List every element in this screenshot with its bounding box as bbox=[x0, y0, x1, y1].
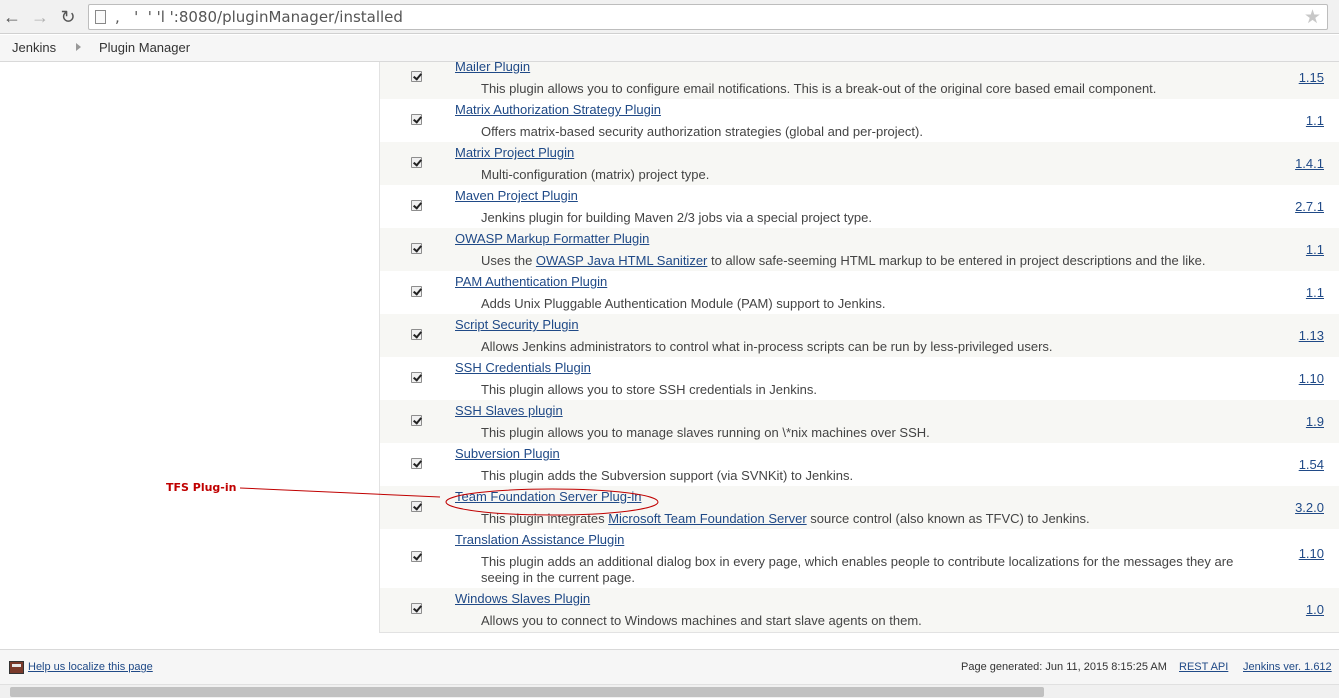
star-icon[interactable]: ★ bbox=[1304, 6, 1321, 29]
plugin-description-text: source control (also known as TFVC) to J… bbox=[806, 511, 1090, 526]
page-generated-text: Page generated: Jun 11, 2015 8:15:25 AM bbox=[961, 661, 1167, 673]
plugin-name-link[interactable]: Maven Project Plugin bbox=[455, 188, 578, 203]
plugin-description-link[interactable]: OWASP Java HTML Sanitizer bbox=[536, 253, 707, 268]
forward-arrow-icon[interactable]: → bbox=[29, 6, 51, 28]
plugin-version-link[interactable]: 1.1 bbox=[1306, 113, 1324, 128]
plugin-description: Allows Jenkins administrators to control… bbox=[481, 339, 1053, 354]
plugin-version-link[interactable]: 1.10 bbox=[1299, 371, 1324, 386]
plugin-enabled-checkbox[interactable] bbox=[411, 329, 422, 340]
plugin-name-link[interactable]: Team Foundation Server Plug-in bbox=[455, 489, 641, 504]
plugin-version-link[interactable]: 1.0 bbox=[1306, 602, 1324, 617]
plugin-name-link[interactable]: Subversion Plugin bbox=[455, 446, 560, 461]
plugin-enabled-checkbox[interactable] bbox=[411, 200, 422, 211]
page-icon bbox=[95, 10, 106, 24]
plugin-version-link[interactable]: 1.15 bbox=[1299, 70, 1324, 85]
plugin-description: This plugin allows you to store SSH cred… bbox=[481, 382, 817, 397]
plugin-enabled-checkbox[interactable] bbox=[411, 71, 422, 82]
address-bar[interactable]: , ' ' 'l ':8080/pluginManager/installed … bbox=[88, 4, 1328, 30]
plugin-name-link[interactable]: PAM Authentication Plugin bbox=[455, 274, 607, 289]
plugin-row: Windows Slaves Plugin Allows you to conne… bbox=[380, 588, 1339, 632]
plugin-description: This plugin adds an additional dialog bo… bbox=[481, 554, 1234, 585]
plugin-description: Adds Unix Pluggable Authentication Modul… bbox=[481, 296, 886, 311]
plugin-version-link[interactable]: 1.10 bbox=[1299, 546, 1324, 561]
localize-flag-icon bbox=[9, 661, 24, 674]
plugin-row: Translation Assistance Plugin This plugin… bbox=[380, 529, 1339, 588]
plugin-description: This plugin integrates Microsoft Team Fo… bbox=[481, 511, 1251, 527]
plugin-version-link[interactable]: 1.54 bbox=[1299, 457, 1324, 472]
scrollbar-thumb[interactable] bbox=[10, 687, 1044, 697]
plugin-description: This plugin adds the Subversion support … bbox=[481, 468, 854, 483]
reload-icon[interactable]: ↻ bbox=[57, 6, 79, 28]
annotation-label: TFS Plug-in bbox=[166, 481, 237, 494]
localize-link[interactable]: Help us localize this page bbox=[28, 661, 153, 673]
plugin-description: Multi-configuration (matrix) project typ… bbox=[481, 167, 710, 182]
plugin-row: Maven Project Plugin Jenkins plugin for b… bbox=[380, 185, 1339, 228]
plugin-description: Uses the OWASP Java HTML Sanitizer to al… bbox=[481, 253, 1251, 269]
url-text[interactable]: , ' ' 'l ':8080/pluginManager/installed bbox=[115, 8, 403, 26]
plugin-enabled-checkbox[interactable] bbox=[411, 157, 422, 168]
plugin-version-link[interactable]: 1.1 bbox=[1306, 242, 1324, 257]
plugin-row: Matrix Authorization Strategy Plugin Offe… bbox=[380, 99, 1339, 142]
plugin-name-link[interactable]: Windows Slaves Plugin bbox=[455, 591, 590, 606]
plugin-name-link[interactable]: Script Security Plugin bbox=[455, 317, 579, 332]
plugin-enabled-checkbox[interactable] bbox=[411, 243, 422, 254]
breadcrumb-plugin-manager[interactable]: Plugin Manager bbox=[99, 40, 190, 55]
plugin-description-link[interactable]: Microsoft Team Foundation Server bbox=[608, 511, 806, 526]
plugin-enabled-checkbox[interactable] bbox=[411, 415, 422, 426]
plugin-enabled-checkbox[interactable] bbox=[411, 551, 422, 562]
plugin-name-link[interactable]: Mailer Plugin bbox=[455, 62, 530, 74]
breadcrumb-jenkins[interactable]: Jenkins bbox=[12, 40, 56, 55]
plugin-description: Offers matrix-based security authorizati… bbox=[481, 124, 923, 139]
plugin-enabled-checkbox[interactable] bbox=[411, 286, 422, 297]
plugin-version-link[interactable]: 1.1 bbox=[1306, 285, 1324, 300]
installed-plugins-table: Mailer Plugin This plugin allows you to c… bbox=[379, 62, 1339, 633]
plugin-name-link[interactable]: SSH Slaves plugin bbox=[455, 403, 563, 418]
plugin-name-link[interactable]: Matrix Authorization Strategy Plugin bbox=[455, 102, 661, 117]
browser-toolbar: ← → ↻ , ' ' 'l ':8080/pluginManager/inst… bbox=[0, 0, 1339, 34]
breadcrumb: Jenkins Plugin Manager bbox=[0, 35, 1339, 62]
plugin-enabled-checkbox[interactable] bbox=[411, 114, 422, 125]
plugin-row: SSH Slaves plugin This plugin allows you … bbox=[380, 400, 1339, 443]
plugin-row: OWASP Markup Formatter Plugin Uses the OW… bbox=[380, 228, 1339, 271]
plugin-version-link[interactable]: 3.2.0 bbox=[1295, 500, 1324, 515]
plugin-name-link[interactable]: Translation Assistance Plugin bbox=[455, 532, 624, 547]
back-arrow-icon[interactable]: ← bbox=[1, 6, 23, 28]
plugin-description-text: Uses the bbox=[481, 253, 536, 268]
plugin-row: SSH Credentials Plugin This plugin allows… bbox=[380, 357, 1339, 400]
plugin-row: Team Foundation Server Plug-in This plugi… bbox=[380, 486, 1339, 529]
plugin-name-link[interactable]: Matrix Project Plugin bbox=[455, 145, 574, 160]
page-footer: Help us localize this page Page generate… bbox=[0, 649, 1339, 684]
plugin-row: Mailer Plugin This plugin allows you to c… bbox=[380, 62, 1339, 99]
breadcrumb-separator-icon[interactable] bbox=[76, 43, 81, 51]
plugin-description-text: This plugin integrates bbox=[481, 511, 609, 526]
plugin-enabled-checkbox[interactable] bbox=[411, 603, 422, 614]
plugin-version-link[interactable]: 1.9 bbox=[1306, 414, 1324, 429]
plugin-version-link[interactable]: 1.4.1 bbox=[1295, 156, 1324, 171]
plugin-version-link[interactable]: 2.7.1 bbox=[1295, 199, 1324, 214]
plugin-version-link[interactable]: 1.13 bbox=[1299, 328, 1324, 343]
plugin-description: This plugin allows you to manage slaves … bbox=[481, 425, 930, 440]
plugin-description-text: to allow safe-seeming HTML markup to be … bbox=[707, 253, 1206, 268]
plugin-row: Script Security Plugin Allows Jenkins adm… bbox=[380, 314, 1339, 357]
horizontal-scrollbar[interactable] bbox=[0, 684, 1339, 698]
rest-api-link[interactable]: REST API bbox=[1179, 661, 1228, 673]
plugin-row: Matrix Project Plugin Multi-configuration… bbox=[380, 142, 1339, 185]
plugin-name-link[interactable]: OWASP Markup Formatter Plugin bbox=[455, 231, 649, 246]
plugin-description: Jenkins plugin for building Maven 2/3 jo… bbox=[481, 210, 872, 225]
plugin-enabled-checkbox[interactable] bbox=[411, 372, 422, 383]
plugin-description: Allows you to connect to Windows machine… bbox=[481, 613, 922, 628]
plugin-name-link[interactable]: SSH Credentials Plugin bbox=[455, 360, 591, 375]
plugin-description: This plugin allows you to configure emai… bbox=[481, 81, 1157, 96]
plugin-enabled-checkbox[interactable] bbox=[411, 501, 422, 512]
plugin-row: Subversion Plugin This plugin adds the Su… bbox=[380, 443, 1339, 486]
jenkins-version-link[interactable]: Jenkins ver. 1.612 bbox=[1243, 661, 1332, 673]
plugin-row: PAM Authentication Plugin Adds Unix Plugg… bbox=[380, 271, 1339, 314]
plugin-enabled-checkbox[interactable] bbox=[411, 458, 422, 469]
